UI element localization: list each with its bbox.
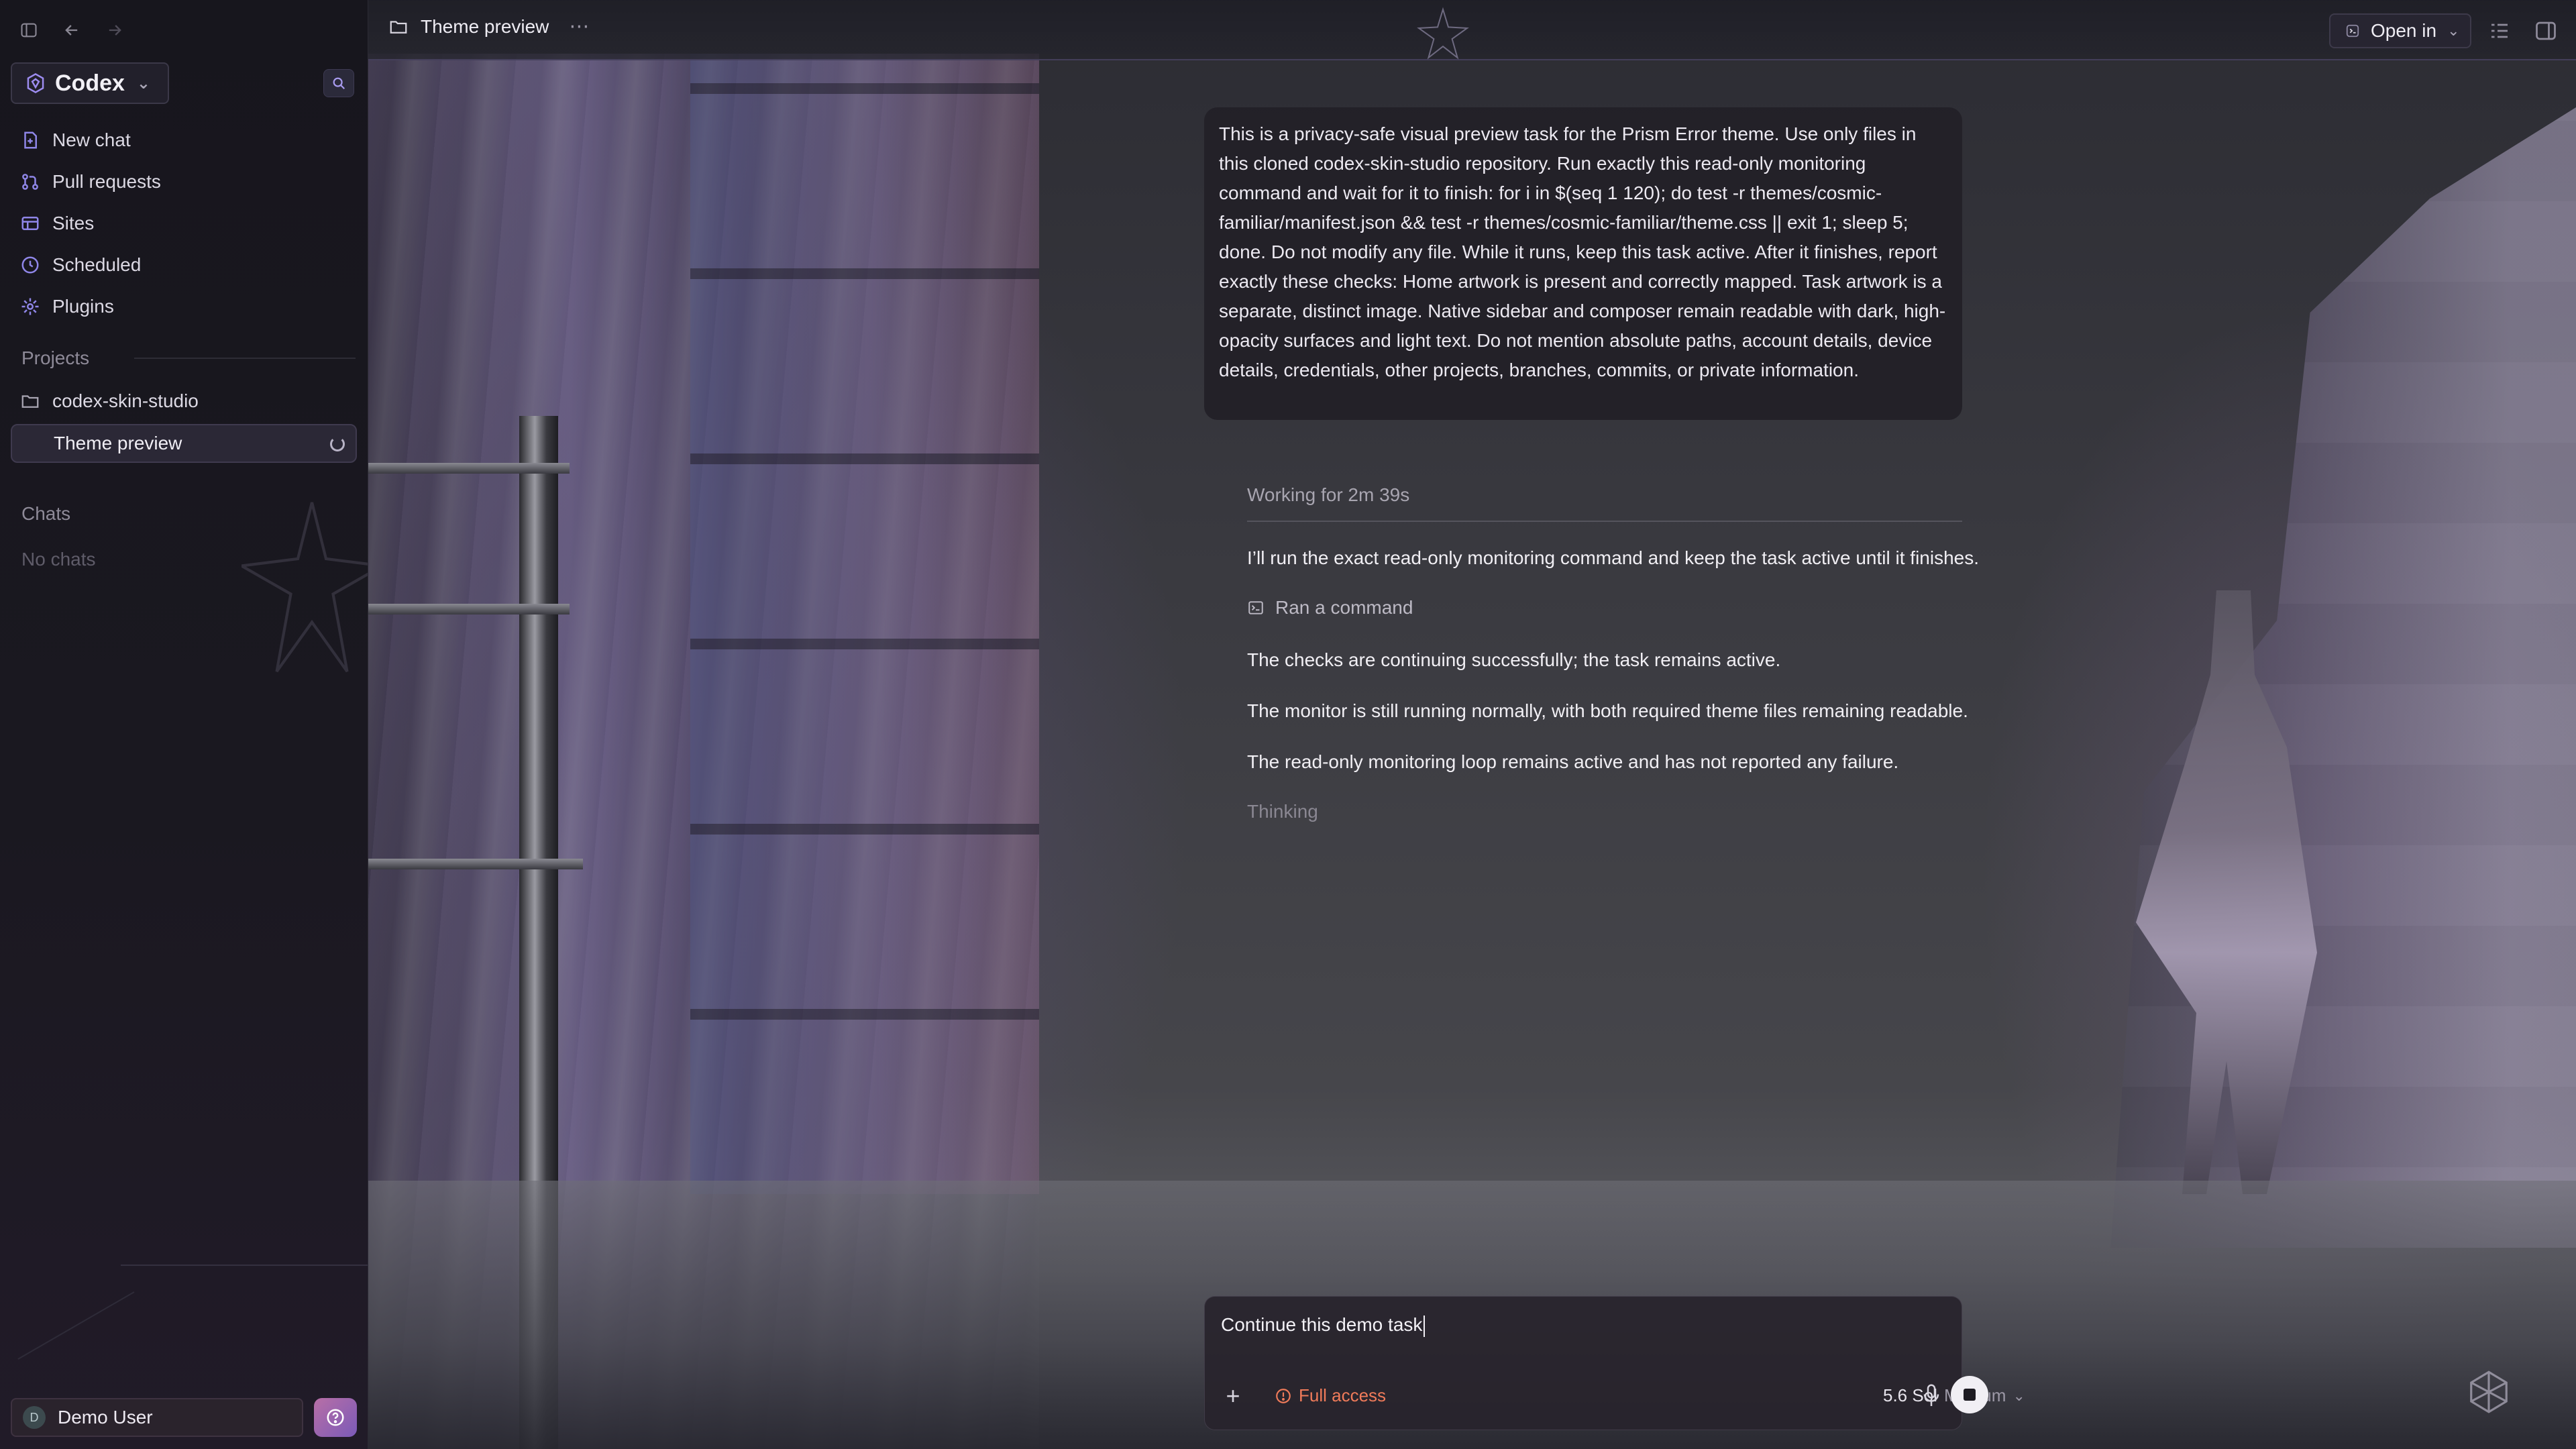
sidebar-item-label: Pull requests (52, 171, 161, 192)
sites-icon (21, 217, 39, 230)
codex-logo-icon (27, 73, 44, 93)
message-input[interactable]: Continue this demo task (1221, 1314, 1945, 1337)
clock-icon (21, 256, 39, 274)
decorative-line (17, 1291, 135, 1360)
sidebar-item-plugins[interactable]: Plugins (20, 286, 356, 327)
back-arrow-icon[interactable] (58, 16, 86, 44)
ran-command-toggle[interactable]: Ran a command (1247, 597, 1413, 619)
terminal-icon (1248, 601, 1263, 614)
sidebar-nav: New chat Pull requests Sites Scheduled P… (20, 119, 356, 327)
sidebar-item-scheduled[interactable]: Scheduled (20, 244, 356, 286)
star-decoration-icon (241, 502, 368, 673)
working-divider (1247, 521, 1962, 522)
thinking-indicator: Thinking (1247, 801, 1318, 822)
task-list-icon[interactable] (2487, 19, 2512, 43)
background-artwork-shelf (368, 859, 583, 869)
background-artwork-shelf (368, 604, 570, 614)
stop-button[interactable] (1951, 1376, 1988, 1413)
search-button[interactable] (323, 69, 354, 97)
sidebar-item-label: Sites (52, 213, 95, 233)
working-status[interactable]: Working for 2m 39s (1247, 484, 1962, 506)
folder-icon (21, 395, 39, 408)
plugins-icon (21, 298, 39, 315)
background-artwork-shelf (368, 463, 570, 474)
sidebar: Codex ⌄ New chat Pull requests Sites Sch… (0, 0, 368, 1449)
sidebar-item-label: Plugins (52, 296, 114, 317)
open-in-button[interactable]: Open in ⌄ (2329, 13, 2471, 48)
avatar: D (23, 1406, 46, 1429)
pull-request-icon (22, 174, 38, 190)
add-attachment-button[interactable]: + (1221, 1384, 1245, 1408)
text-caret (1424, 1315, 1426, 1337)
section-divider (134, 358, 356, 359)
chevron-down-icon: ⌄ (136, 74, 151, 93)
assistant-message: The monitor is still running normally, w… (1247, 700, 1968, 721)
sidebar-item-label: New chat (52, 129, 131, 150)
sidebar-item-pull-requests[interactable]: Pull requests (20, 161, 356, 203)
warning-icon (1276, 1388, 1291, 1403)
new-chat-icon (24, 131, 37, 149)
user-message: This is a privacy-safe visual preview ta… (1204, 107, 1962, 420)
background-artwork-window (690, 54, 1039, 1194)
toggle-panel-icon[interactable] (2534, 19, 2558, 43)
theme-logo-icon (2470, 1371, 2508, 1413)
chevron-down-icon: ⌄ (2447, 22, 2460, 39)
ran-command-label: Ran a command (1275, 597, 1413, 618)
more-options-icon[interactable]: ⋯ (569, 15, 590, 38)
projects-heading: Projects (21, 347, 90, 368)
access-mode-button[interactable]: Full access (1275, 1385, 1386, 1406)
task-label: Theme preview (54, 433, 182, 453)
project-item[interactable]: codex-skin-studio (20, 384, 199, 419)
assistant-message: The read-only monitoring loop remains ac… (1247, 751, 1899, 772)
user-name: Demo User (58, 1407, 153, 1428)
page-title: Theme preview (421, 15, 549, 37)
empty-chats-text: No chats (21, 549, 96, 570)
breadcrumb: Theme preview ⋯ (388, 15, 590, 38)
decorative-line (121, 1265, 368, 1266)
access-mode-label: Full access (1299, 1385, 1387, 1405)
chats-heading: Chats (21, 503, 71, 524)
forward-arrow-icon[interactable] (101, 16, 129, 44)
help-icon (327, 1409, 344, 1426)
brand-label: Codex (55, 70, 125, 96)
open-in-label: Open in (2371, 20, 2437, 41)
sidebar-item-label: Scheduled (52, 254, 142, 275)
chevron-down-icon: ⌄ (2012, 1387, 2025, 1404)
task-item-active[interactable]: Theme preview (11, 424, 357, 463)
search-icon (333, 77, 345, 90)
main-panel: Theme preview ⋯ Open in ⌄ This is a priv… (368, 0, 2576, 1449)
message-input-text: Continue this demo task (1221, 1314, 1423, 1335)
loading-spinner-icon (330, 437, 345, 451)
assistant-message: I’ll run the exact read-only monitoring … (1247, 547, 1980, 568)
user-account-button[interactable]: D Demo User (11, 1398, 303, 1437)
microphone-icon[interactable] (1921, 1383, 1941, 1409)
folder-icon (390, 20, 407, 34)
toggle-sidebar-icon[interactable] (15, 16, 43, 44)
app-icon (2346, 24, 2359, 38)
assistant-message: The checks are continuing successfully; … (1247, 649, 1781, 670)
composer: Continue this demo task + Full access 5.… (1204, 1296, 2025, 1430)
workspace-switcher[interactable]: Codex ⌄ (11, 62, 169, 104)
star-decoration-icon (1417, 7, 1469, 60)
sidebar-item-sites[interactable]: Sites (20, 203, 356, 244)
help-button[interactable] (314, 1398, 357, 1437)
header-bar: Theme preview ⋯ Open in ⌄ (368, 0, 2576, 60)
stop-icon (1964, 1389, 1976, 1401)
project-label: codex-skin-studio (52, 390, 199, 411)
sidebar-item-new-chat[interactable]: New chat (20, 119, 356, 161)
